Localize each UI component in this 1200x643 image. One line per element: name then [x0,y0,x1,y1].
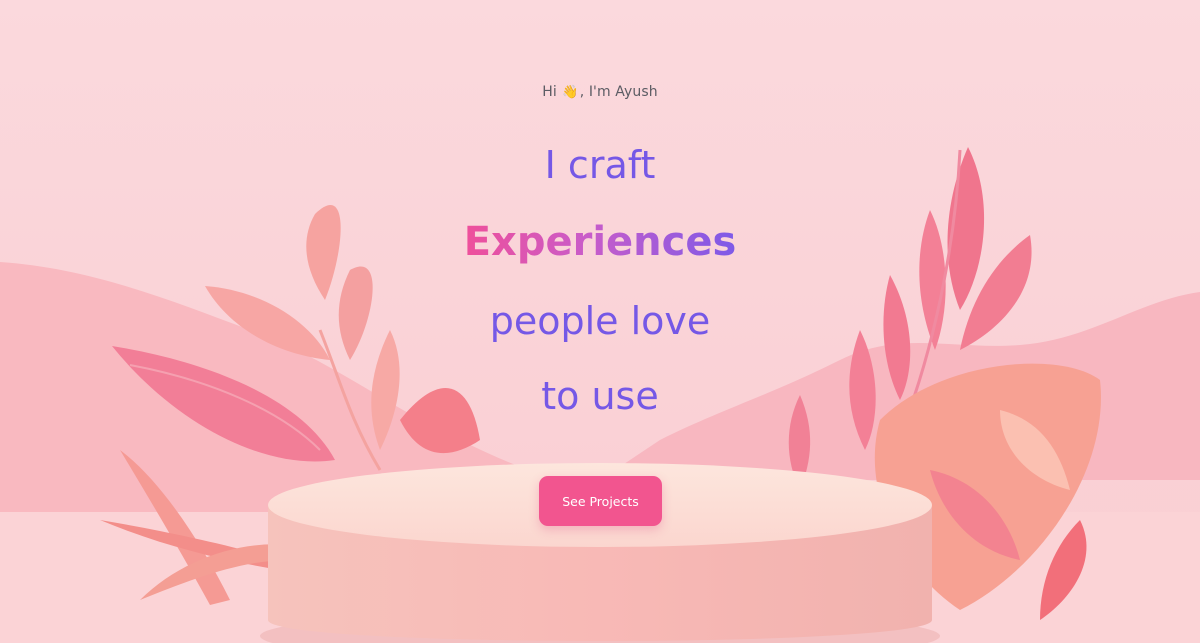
headline-line-1: I craft [544,143,656,187]
see-projects-button[interactable]: See Projects [539,476,662,526]
hero-section: Hi 👋, I'm Ayush I craft Experiences peop… [0,0,1200,643]
headline-line-3: people love [489,299,711,343]
greeting-suffix: , I'm Ayush [579,84,658,100]
headline-line-4: to use [541,374,659,418]
greeting: Hi 👋, I'm Ayush [0,84,1200,100]
waving-hand-icon: 👋 [562,85,579,100]
greeting-prefix: Hi [542,84,557,100]
headline-highlight: Experiences [463,219,737,265]
